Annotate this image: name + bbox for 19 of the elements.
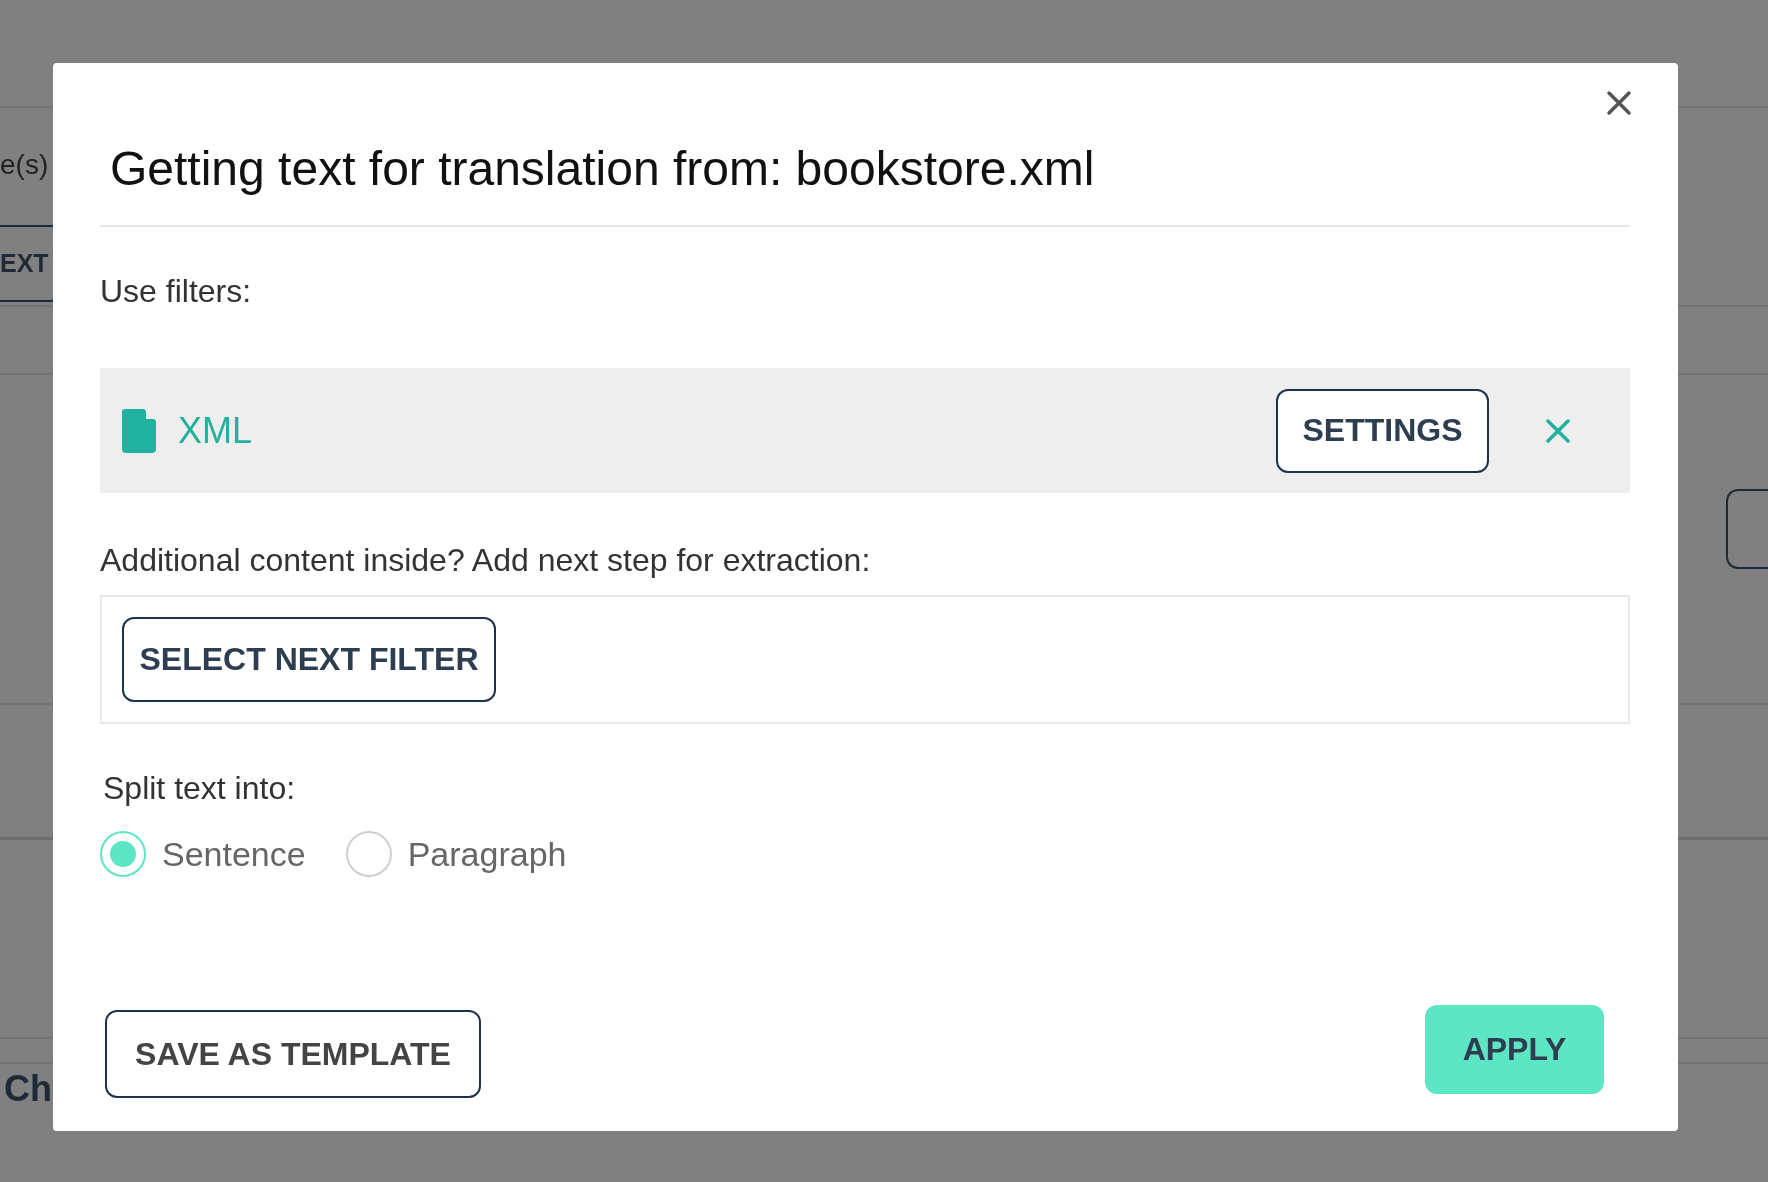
close-icon[interactable] [1606, 90, 1632, 116]
section-label: Use filters: [100, 272, 253, 311]
settings-button[interactable]: SETTINGS [1276, 388, 1489, 473]
radio-label[interactable]: Sentence [162, 834, 306, 874]
control-edge[interactable] [1726, 489, 1768, 569]
remove-icon[interactable] [1546, 418, 1570, 443]
radio-button[interactable] [345, 831, 392, 877]
save-template-button[interactable]: SAVE AS TEMPLATE [105, 1010, 481, 1098]
select-filter-button[interactable]: SELECT NEXT FILTER [122, 617, 496, 702]
partial-label: e(s) [0, 149, 49, 181]
section-label: Additional content inside? Add next step for extraction: [100, 541, 872, 580]
radio-button[interactable] [100, 831, 146, 877]
section-label: Split text into: [103, 769, 297, 808]
section-heading: Ch [4, 1068, 52, 1110]
filter-name: XML [178, 409, 253, 452]
apply-button[interactable]: APPLY [1425, 1005, 1604, 1094]
dialog-title: Getting text for translation from: bookstore.xml [110, 141, 1095, 197]
file-icon [122, 408, 156, 453]
radio-label[interactable]: Paragraph [407, 834, 567, 874]
